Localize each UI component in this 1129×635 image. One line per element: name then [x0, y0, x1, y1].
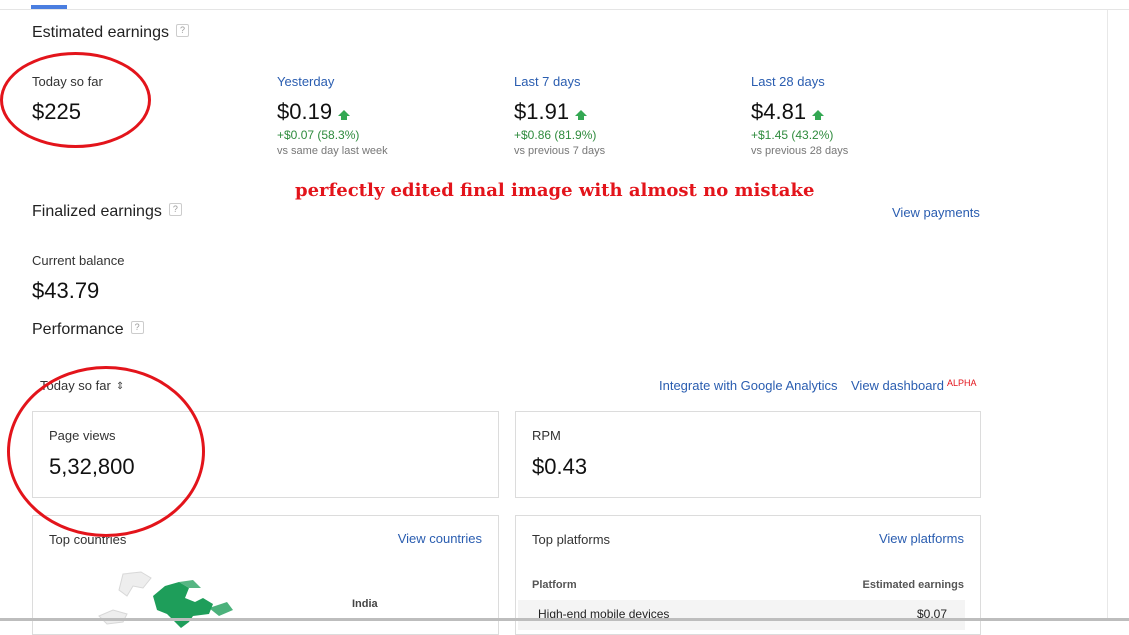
page-views-card: Page views 5,32,800 — [32, 411, 499, 498]
today-label: Today so far — [32, 74, 103, 89]
last-28-days-compare: vs previous 28 days — [751, 145, 849, 157]
last-7-days-value: $1.91 — [514, 99, 588, 125]
annotation-text: perfectly edited final image with almost… — [295, 180, 815, 201]
finalized-earnings-title: Finalized earnings — [32, 203, 162, 220]
last-28-days-amount: $4.81 — [751, 99, 807, 124]
yesterday-amount: $0.19 — [277, 99, 333, 124]
performance-heading: Performance? — [32, 321, 144, 339]
last-7-days-amount: $1.91 — [514, 99, 570, 124]
page-views-value: 5,32,800 — [49, 454, 135, 479]
view-dashboard-link[interactable]: View dashboard ALPHA — [851, 378, 977, 393]
alpha-badge: ALPHA — [947, 378, 977, 388]
right-divider — [1107, 10, 1108, 621]
top-nav-bar — [0, 0, 1129, 10]
current-balance-value: $43.79 — [32, 278, 100, 303]
view-dashboard-label: View dashboard — [851, 378, 944, 393]
sort-arrows-icon: ⇕ — [115, 381, 125, 392]
up-arrow-icon — [575, 110, 588, 120]
last-7-days-compare: vs previous 7 days — [514, 145, 606, 157]
current-balance-label: Current balance — [32, 253, 125, 268]
earnings-column-header[interactable]: Estimated earnings — [863, 579, 964, 591]
estimated-earnings-heading: Estimated earnings? — [32, 24, 189, 42]
performance-title: Performance — [32, 321, 124, 338]
estimated-earnings-title: Estimated earnings — [32, 24, 169, 41]
india-shape — [153, 582, 213, 628]
last-7-days-link[interactable]: Last 7 days — [514, 74, 581, 89]
up-arrow-icon — [338, 110, 351, 120]
finalized-earnings-heading: Finalized earnings? — [32, 203, 182, 221]
help-icon[interactable]: ? — [130, 321, 144, 335]
last-28-days-link[interactable]: Last 28 days — [751, 74, 825, 89]
top-countries-title: Top countries — [49, 532, 127, 547]
range-selector[interactable]: Today so far ⇕ — [40, 378, 124, 393]
active-tab-indicator — [31, 5, 67, 9]
today-value: $225 — [32, 99, 81, 124]
yesterday-delta: +$0.07 (58.3%) — [277, 128, 360, 142]
last-28-days-delta: +$1.45 (43.2%) — [751, 128, 834, 142]
view-payments-link[interactable]: View payments — [892, 205, 980, 220]
top-countries-card: Top countries View countries India — [32, 515, 499, 635]
map-country-label: India — [352, 598, 378, 610]
top-platforms-card: Top platforms View platforms Platform Es… — [515, 515, 981, 635]
rpm-label: RPM — [532, 428, 561, 443]
top-platforms-title: Top platforms — [532, 532, 611, 547]
table-row: High-end mobile devices $0.07 — [518, 600, 965, 630]
yesterday-link[interactable]: Yesterday — [277, 74, 334, 89]
up-arrow-icon — [812, 110, 825, 120]
last-7-days-delta: +$0.86 (81.9%) — [514, 128, 597, 142]
help-icon[interactable]: ? — [175, 24, 189, 38]
rpm-value: $0.43 — [532, 454, 588, 479]
help-icon[interactable]: ? — [168, 203, 182, 217]
platform-column-header[interactable]: Platform — [532, 579, 577, 591]
yesterday-value: $0.19 — [277, 99, 351, 125]
range-selector-label: Today so far — [40, 378, 111, 393]
view-platforms-link[interactable]: View platforms — [879, 531, 964, 546]
rpm-card: RPM $0.43 — [515, 411, 981, 498]
view-countries-link[interactable]: View countries — [398, 531, 482, 546]
integrate-analytics-link[interactable]: Integrate with Google Analytics — [659, 378, 838, 393]
yesterday-compare: vs same day last week — [277, 145, 388, 157]
page-views-label: Page views — [49, 428, 116, 443]
last-28-days-value: $4.81 — [751, 99, 825, 125]
